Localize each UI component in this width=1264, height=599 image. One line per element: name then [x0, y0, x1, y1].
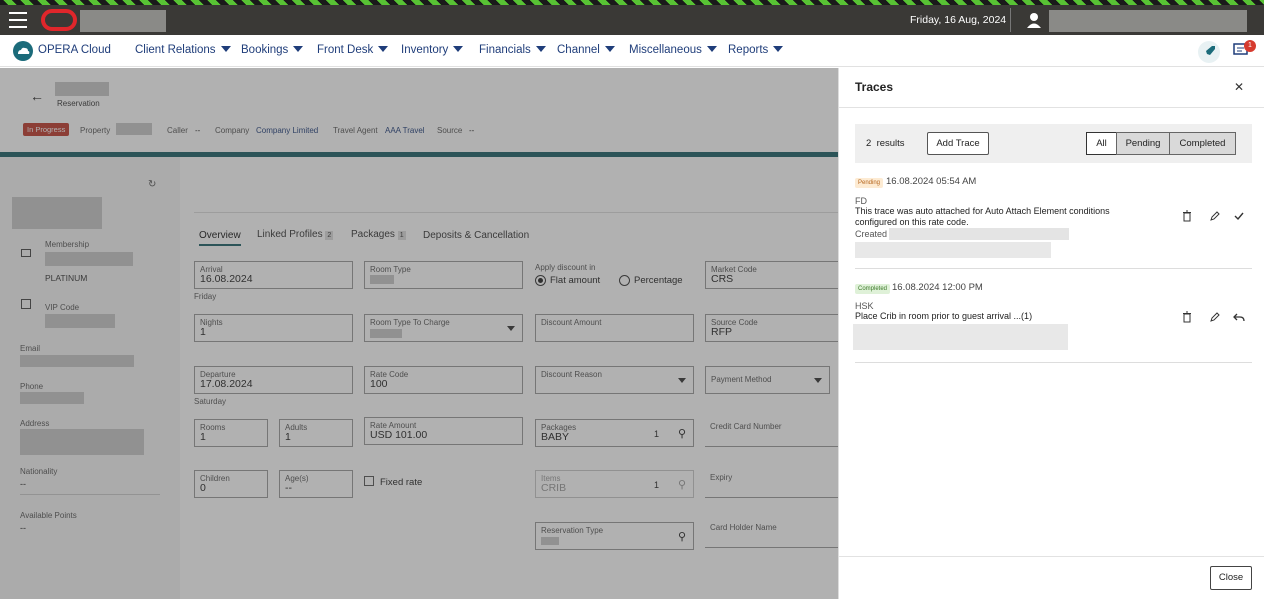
created-info-blurred [855, 242, 1051, 258]
close-button[interactable]: Close [1210, 566, 1252, 590]
trace-datetime: 16.08.2024 05:54 AM [886, 176, 977, 187]
nav-inventory[interactable]: Inventory [401, 44, 464, 56]
chevron-down-icon [706, 46, 717, 52]
created-info-blurred [889, 228, 1069, 240]
close-icon[interactable]: ✕ [1234, 80, 1244, 94]
trace-department: FD [855, 196, 867, 206]
entry-divider [855, 362, 1252, 363]
hamburger-menu-icon[interactable] [9, 12, 27, 28]
chevron-down-icon [773, 46, 784, 52]
delete-icon[interactable] [1181, 210, 1193, 222]
chevron-down-icon [535, 46, 546, 52]
app-name[interactable]: OPERA Cloud [38, 44, 111, 56]
chevron-down-icon [378, 46, 389, 52]
traces-title: Traces [855, 80, 894, 94]
modal-overlay[interactable] [0, 68, 838, 599]
chevron-down-icon [293, 46, 304, 52]
filter-all[interactable]: All [1086, 132, 1117, 155]
traces-panel: Traces ✕ 2 results Add Trace All Pending… [838, 68, 1264, 599]
resolve-check-icon[interactable] [1233, 210, 1245, 222]
filter-pending[interactable]: Pending [1116, 132, 1170, 155]
trace-text: This trace was auto attached for Auto At… [855, 206, 1110, 227]
oracle-logo[interactable] [41, 9, 77, 31]
trace-entry: Pending 16.08.2024 05:54 AM FD This trac… [855, 168, 1252, 268]
nav-financials[interactable]: Financials [479, 44, 546, 56]
add-trace-button[interactable]: Add Trace [927, 132, 989, 155]
trace-entry: Completed 16.08.2024 12:00 PM HSK Place … [853, 274, 1252, 362]
user-avatar-icon[interactable] [1025, 11, 1043, 29]
notification-count-badge: 1 [1244, 40, 1256, 52]
nav-channel[interactable]: Channel [557, 44, 615, 56]
status-filter-group: All Pending Completed [1086, 132, 1237, 155]
main-nav: OPERA Cloud Client Relations Bookings Fr… [0, 35, 1264, 67]
traces-toolbar: 2 results Add Trace All Pending Complete… [855, 124, 1252, 163]
top-bar: Friday, 16 Aug, 2024 [0, 5, 1264, 35]
trace-text: Place Crib in room prior to guest arriva… [855, 311, 1033, 321]
rocket-icon[interactable] [1198, 41, 1220, 63]
nav-client-relations[interactable]: Client Relations [135, 44, 231, 56]
filter-completed[interactable]: Completed [1169, 132, 1236, 155]
status-badge: Completed [855, 284, 891, 294]
current-date: Friday, 16 Aug, 2024 [910, 14, 1007, 26]
created-info-blurred [853, 324, 1068, 350]
footer-divider [839, 556, 1264, 557]
trace-datetime: 16.08.2024 12:00 PM [892, 282, 983, 293]
header-divider [839, 107, 1264, 108]
trace-department: HSK [855, 301, 874, 311]
results-count: 2 results [866, 138, 905, 149]
chevron-down-icon [604, 46, 615, 52]
chevron-down-icon [453, 46, 464, 52]
property-name-blurred [80, 10, 166, 32]
nav-miscellaneous[interactable]: Miscellaneous [629, 44, 717, 56]
entry-divider [855, 268, 1252, 269]
opera-cloud-icon[interactable] [13, 41, 33, 61]
undo-icon[interactable] [1233, 311, 1245, 323]
nav-bookings[interactable]: Bookings [241, 44, 304, 56]
delete-icon[interactable] [1181, 311, 1193, 323]
nav-front-desk[interactable]: Front Desk [317, 44, 389, 56]
chevron-down-icon [220, 46, 231, 52]
user-name-blurred [1049, 10, 1247, 32]
edit-icon[interactable] [1209, 210, 1221, 222]
status-badge: Pending [855, 178, 884, 188]
topbar-divider [1010, 8, 1011, 32]
trace-created-label: Created [855, 229, 888, 239]
nav-reports[interactable]: Reports [728, 44, 784, 56]
edit-icon[interactable] [1209, 311, 1221, 323]
